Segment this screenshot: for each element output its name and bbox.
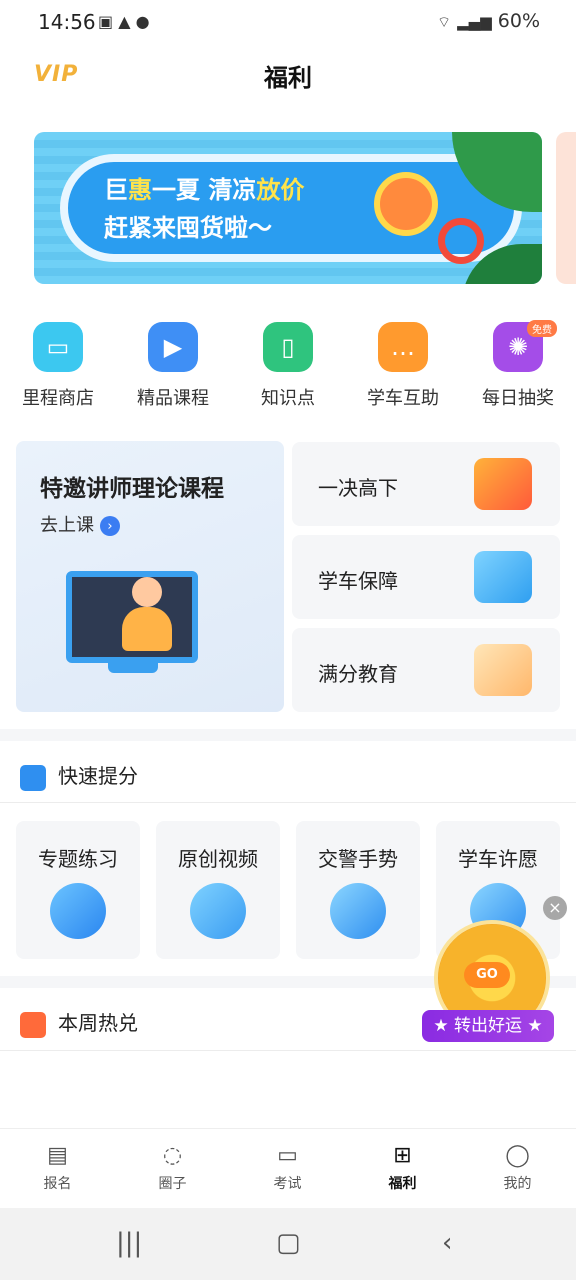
- status-time: 14:56: [38, 10, 96, 34]
- battery-level: 60%: [497, 10, 540, 32]
- promo-banner[interactable]: 巨惠一夏 清凉放价 赶紧来囤货啦～: [34, 132, 542, 284]
- teacher-head-illustration: [132, 577, 162, 607]
- pk-card[interactable]: 一决高下: [292, 442, 560, 526]
- chevron-right-icon: ›: [100, 516, 120, 536]
- card-title: 特邀讲师理论课程: [40, 476, 224, 502]
- notepad-pencil-icon: [50, 883, 106, 939]
- quick-action-courses[interactable]: ▶ 精品课程: [118, 322, 228, 410]
- quick-action-daily-lottery[interactable]: ✺ 免费 每日抽奖: [463, 320, 573, 410]
- banner-subline: 赶紧来囤货啦～: [104, 214, 272, 242]
- tile-original-videos[interactable]: 原创视频: [156, 821, 280, 959]
- life-ring-graphic: [438, 218, 484, 264]
- next-banner-peek[interactable]: [556, 132, 576, 284]
- tile-traffic-police-gestures[interactable]: 交警手势: [296, 821, 420, 959]
- tab-exam[interactable]: ▭ 考试: [230, 1129, 345, 1193]
- open-book-icon: ▯: [263, 322, 313, 372]
- free-tag: 免费: [527, 320, 557, 337]
- chat-dots-icon: ◌: [162, 1143, 183, 1168]
- signal-icon: ▂▄▆: [457, 13, 492, 31]
- status-notification-icons: ▣ ▲ ●: [98, 12, 150, 31]
- tab-welfare[interactable]: ⊞ 福利: [345, 1129, 460, 1193]
- go-to-class-link[interactable]: 去上课 ›: [40, 511, 120, 537]
- bottom-tab-bar: ▤ 报名 ◌ 圈子 ▭ 考试 ⊞ 福利 ◯ 我的: [0, 1128, 576, 1209]
- swim-float-graphic: [374, 172, 438, 236]
- spin-luck-button[interactable]: ★ 转出好运 ★: [422, 1010, 554, 1042]
- contact-card-icon: [20, 764, 46, 791]
- video-play-icon: ▶: [148, 322, 198, 372]
- divider-line: [0, 802, 576, 803]
- pass-car-icon: [474, 551, 532, 603]
- quick-action-knowledge[interactable]: ▯ 知识点: [233, 322, 343, 410]
- wifi-icon: ⌔: [436, 13, 452, 31]
- learning-guarantee-card[interactable]: 学车保障: [292, 535, 560, 619]
- section-divider: [0, 729, 576, 741]
- wallet-icon: ▭: [277, 1143, 298, 1168]
- tab-community[interactable]: ◌ 圈子: [115, 1129, 230, 1193]
- quick-action-mutual-help[interactable]: … 学车互助: [348, 322, 458, 410]
- close-icon[interactable]: ×: [543, 896, 567, 920]
- teacher-body-illustration: [122, 607, 172, 651]
- pk-icon: [474, 458, 532, 510]
- quick-improve-header: 快速提分: [20, 760, 138, 791]
- profile-icon: ◯: [505, 1143, 530, 1168]
- guest-lecturer-card[interactable]: 特邀讲师理论课程 去上课 ›: [16, 441, 284, 712]
- quick-action-mileage-store[interactable]: ▭ 里程商店: [3, 322, 113, 410]
- tile-topic-practice[interactable]: 专题练习: [16, 821, 140, 959]
- hand-signal-icon: [330, 883, 386, 939]
- tab-profile[interactable]: ◯ 我的: [460, 1129, 575, 1193]
- wheel-go-label: GO: [464, 962, 510, 988]
- shopping-bag-icon: ▭: [33, 322, 83, 372]
- divider-line: [0, 1050, 576, 1051]
- system-nav-bar: ||| ▢ ‹: [0, 1208, 576, 1280]
- page-title: 福利: [264, 64, 312, 92]
- recent-apps-icon[interactable]: |||: [116, 1228, 142, 1258]
- banner-headline: 巨惠一夏 清凉放价: [104, 176, 305, 204]
- full-score-card[interactable]: 满分教育: [292, 628, 560, 712]
- video-screen-icon: [190, 883, 246, 939]
- status-battery: ⌔ ▂▄▆ 60%: [437, 10, 540, 32]
- gift-icon: ⊞: [393, 1143, 412, 1168]
- chat-bubble-icon: …: [378, 322, 428, 372]
- book-icon: [474, 644, 532, 696]
- status-bar: 14:56 ▣ ▲ ● ⌔ ▂▄▆ 60%: [0, 0, 576, 48]
- gift-box-icon: [20, 1011, 46, 1038]
- weekly-hot-header: 本周热兑: [20, 1007, 138, 1038]
- monitor-stand-illustration: [108, 659, 158, 673]
- document-icon: ▤: [47, 1143, 68, 1168]
- back-icon[interactable]: ‹: [442, 1228, 452, 1258]
- tab-signup[interactable]: ▤ 报名: [0, 1129, 115, 1193]
- home-icon[interactable]: ▢: [276, 1228, 301, 1258]
